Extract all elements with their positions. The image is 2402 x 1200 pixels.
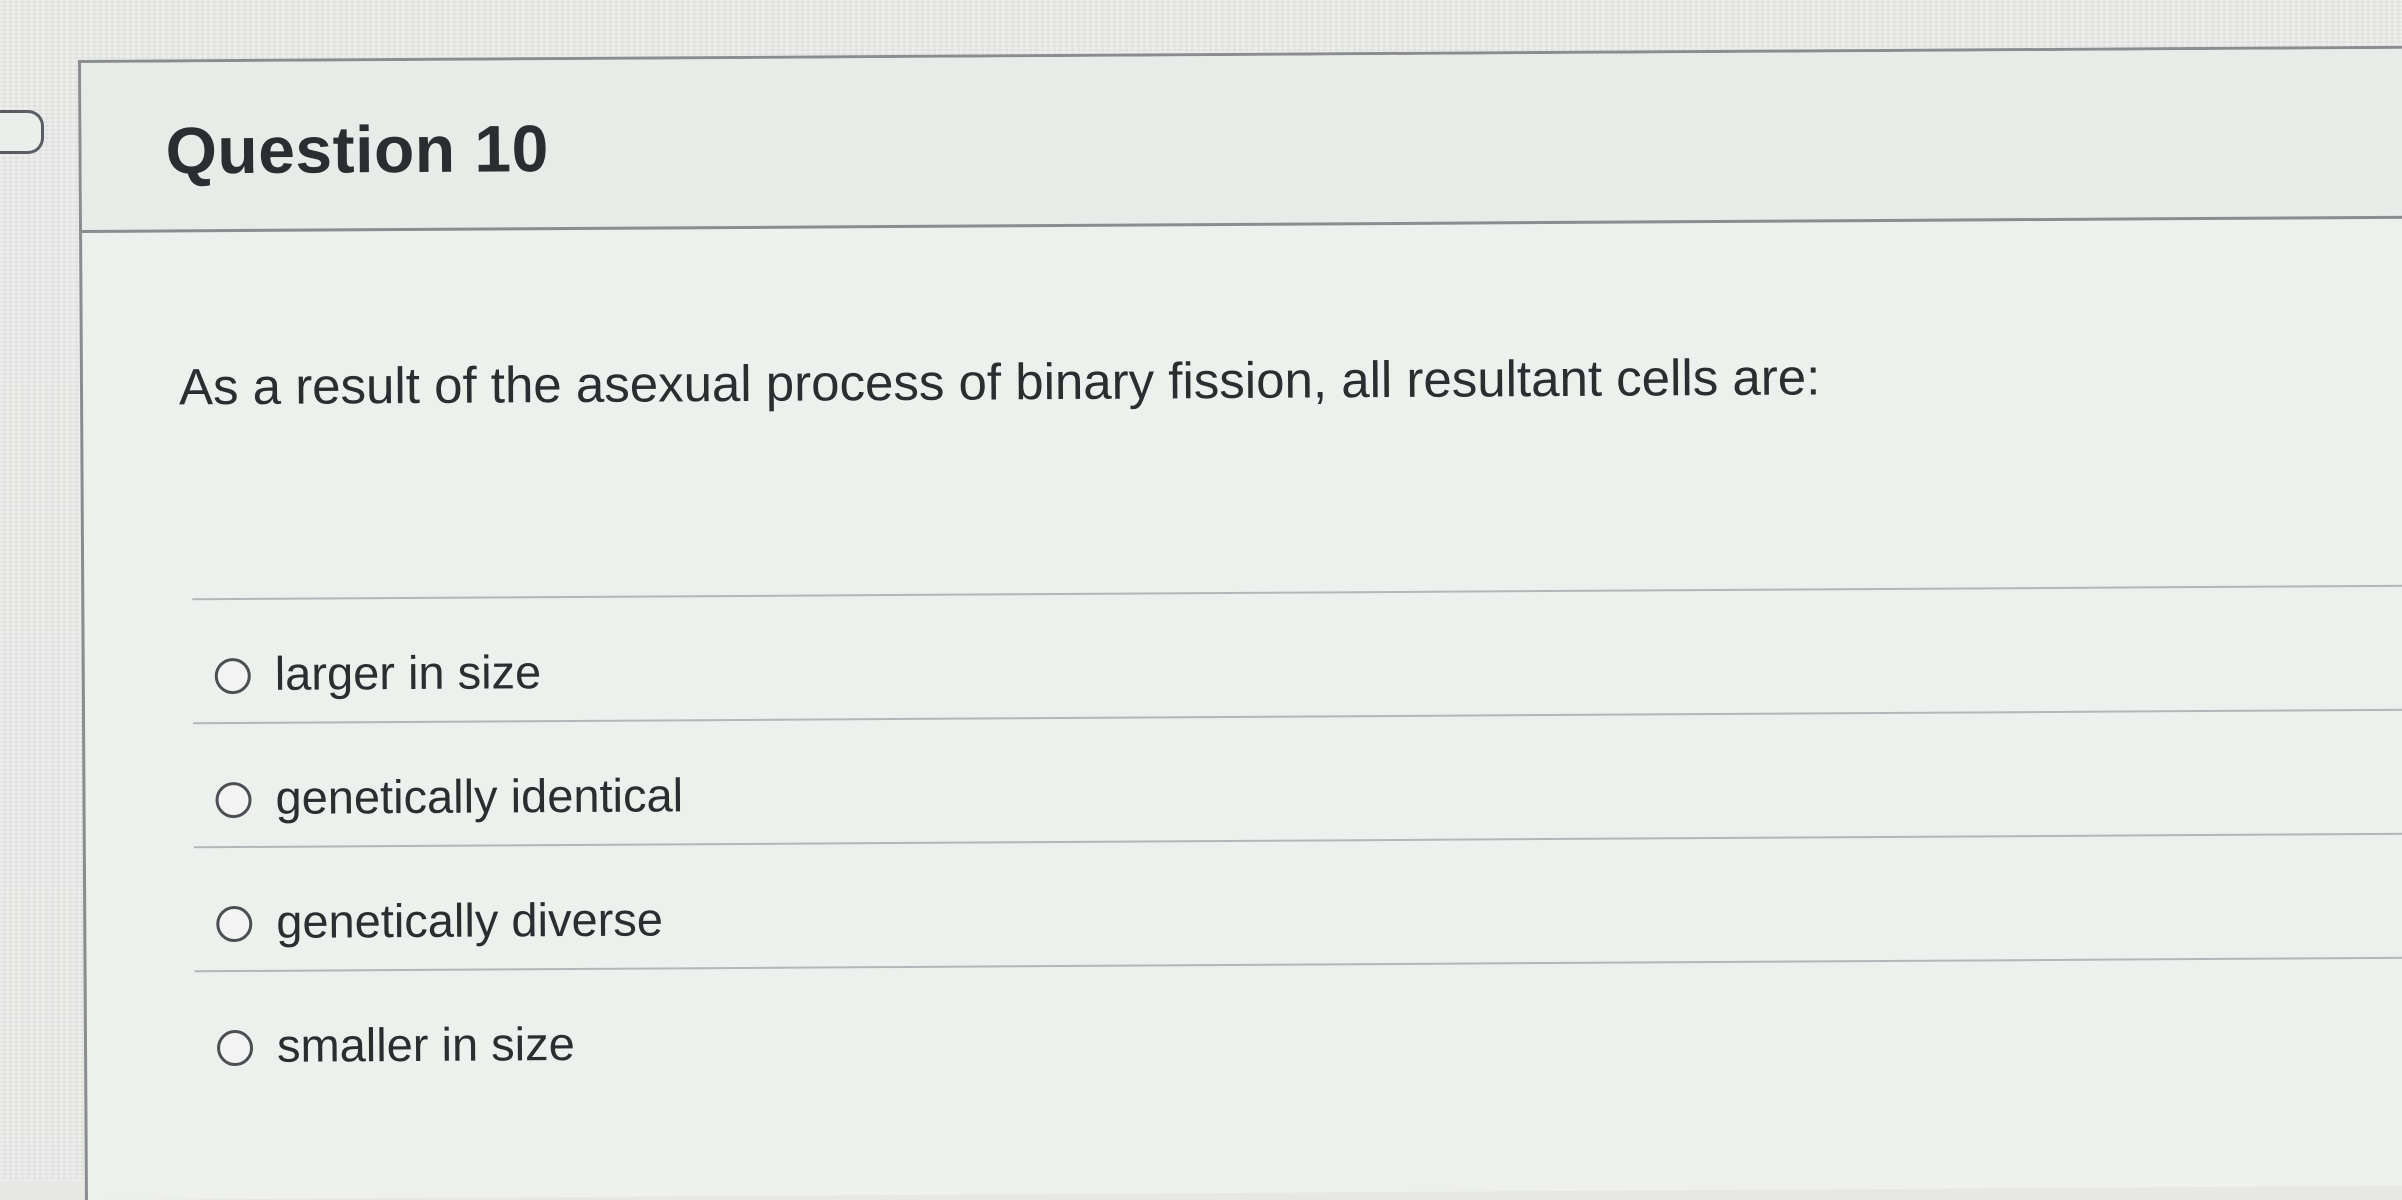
answer-option[interactable]: genetically diverse: [193, 832, 2402, 971]
radio-button-icon[interactable]: [214, 657, 251, 695]
answer-label[interactable]: genetically diverse: [276, 891, 663, 948]
answer-label[interactable]: larger in size: [275, 644, 542, 701]
question-flag-icon[interactable]: [0, 110, 44, 154]
answer-option[interactable]: larger in size: [192, 584, 2402, 723]
question-card: Question 10 As a result of the asexual p…: [78, 45, 2402, 1200]
radio-button-icon[interactable]: [216, 905, 253, 943]
radio-button-icon[interactable]: [215, 781, 252, 819]
question-text: As a result of the asexual process of bi…: [178, 348, 1821, 416]
question-header: Question 10: [81, 48, 2402, 233]
answer-option[interactable]: smaller in size: [194, 956, 2402, 1095]
answer-label[interactable]: genetically identical: [275, 767, 683, 824]
answer-option[interactable]: genetically identical: [193, 708, 2402, 847]
answer-label[interactable]: smaller in size: [277, 1016, 575, 1073]
question-title: Question 10: [165, 111, 550, 188]
radio-button-icon[interactable]: [216, 1029, 254, 1067]
answer-list: larger in size genetically identical gen…: [192, 584, 2402, 1095]
